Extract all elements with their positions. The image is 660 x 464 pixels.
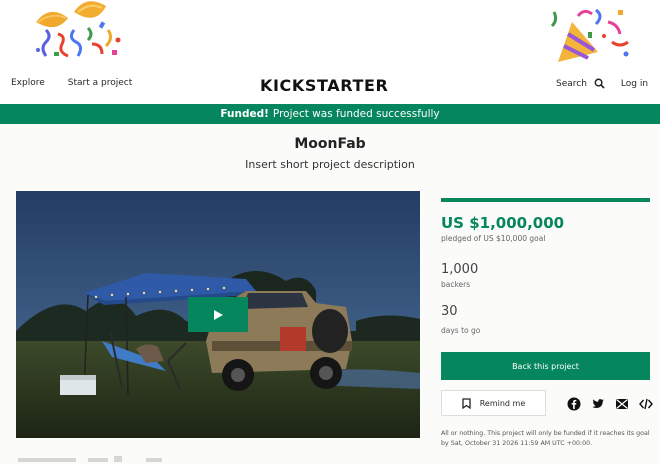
bookmark-icon	[462, 397, 471, 409]
backers-count: 1,000	[441, 262, 479, 277]
back-project-button[interactable]: Back this project	[441, 352, 650, 380]
days-to-go-count: 30	[441, 304, 458, 319]
embed-icon[interactable]	[639, 396, 653, 410]
funding-progress-bar	[441, 198, 650, 202]
play-button[interactable]	[188, 297, 248, 332]
remind-me-button[interactable]: Remind me	[441, 390, 546, 416]
goal-text: pledged of US $10,000 goal	[441, 234, 546, 243]
project-description: Insert short project description	[245, 158, 415, 171]
share-icons	[567, 396, 653, 411]
backers-label: backers	[441, 280, 471, 289]
nav-start-project[interactable]: Start a project	[68, 78, 132, 88]
page: Explore Start a project KICKSTARTER Sear…	[0, 0, 660, 464]
login-link[interactable]: Log in	[621, 79, 648, 89]
all-or-nothing-notice: All or nothing. This project will only b…	[441, 430, 650, 447]
remind-me-label: Remind me	[479, 398, 526, 408]
pledged-amount: US $1,000,000	[441, 214, 565, 232]
banner-strong: Funded!	[220, 108, 269, 120]
facebook-icon[interactable]	[567, 396, 581, 411]
party-popper-icon	[550, 8, 629, 62]
search-link[interactable]: Search	[556, 79, 587, 89]
funded-banner: Funded! Project was funded successfully	[0, 104, 660, 124]
play-icon	[214, 309, 223, 320]
project-title: MoonFab	[294, 136, 366, 152]
email-icon[interactable]	[615, 396, 629, 410]
banner-text: Project was funded successfully	[272, 108, 440, 120]
header: Explore Start a project KICKSTARTER Sear…	[0, 0, 660, 104]
twitter-icon[interactable]	[591, 396, 605, 410]
balloons-confetti-icon	[36, 1, 121, 58]
secondary-nav: Search Log in	[556, 78, 648, 89]
search-icon[interactable]	[594, 78, 605, 89]
days-to-go-label: days to go	[441, 326, 481, 335]
project-video[interactable]	[16, 191, 420, 438]
nav-explore[interactable]: Explore	[11, 78, 45, 88]
primary-nav: Explore Start a project	[11, 78, 132, 88]
section-heading-cut-off	[18, 456, 162, 462]
kickstarter-logo[interactable]: KICKSTARTER	[260, 76, 388, 95]
